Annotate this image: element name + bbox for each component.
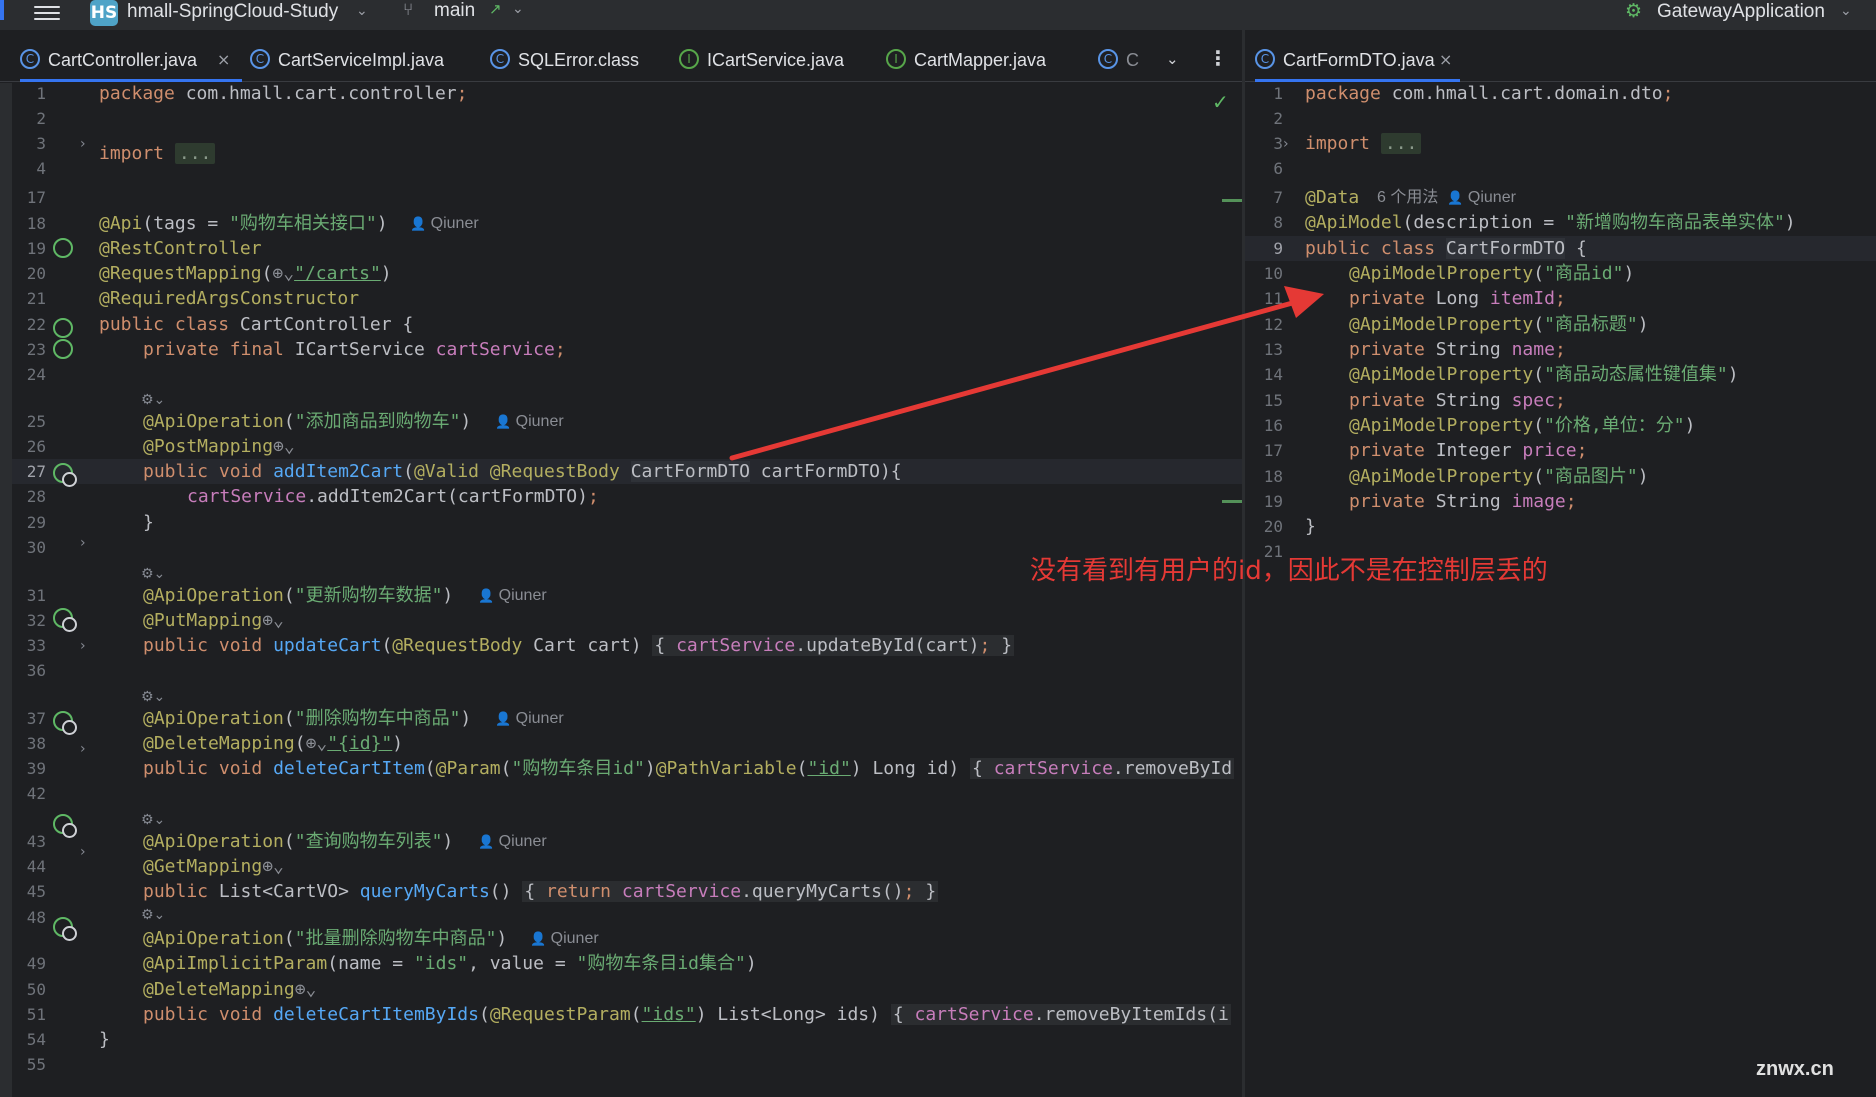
watermark: znwx.cn (1756, 1058, 1834, 1080)
annotation-arrow (729, 286, 1324, 461)
annotation-text: 没有看到有用户的id，因此不是在控制层丢的 (1030, 556, 1548, 586)
